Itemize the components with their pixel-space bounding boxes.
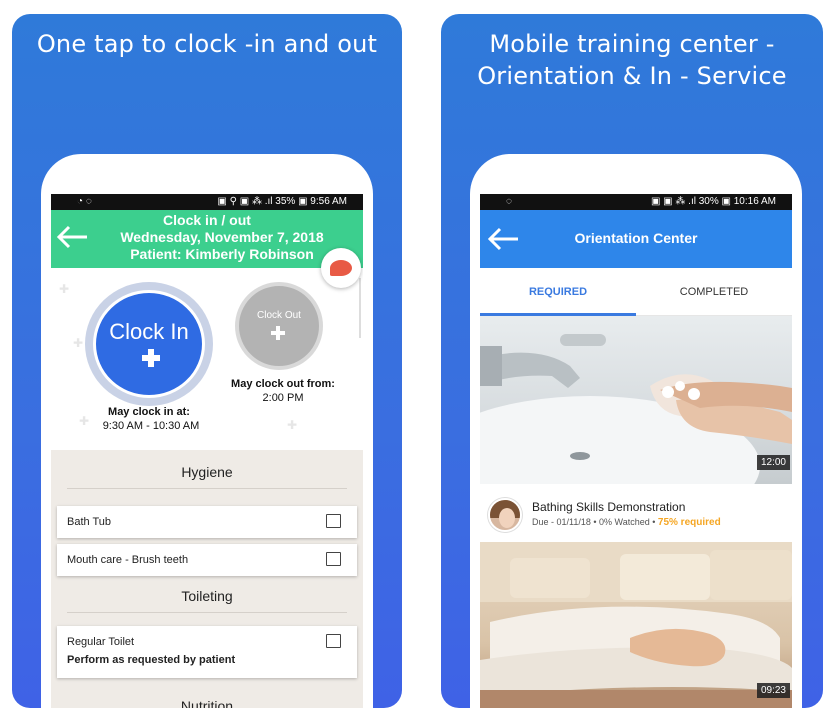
task-label: Mouth care - Brush teeth: [67, 554, 189, 566]
video-thumbnail-handwashing[interactable]: 12:00: [480, 316, 792, 484]
scrollbar[interactable]: [359, 278, 361, 338]
orientation-screen: ◌ ▣ ▣ ⁂ .ıl 30% ▣ 10:16 AM Orientation C…: [480, 194, 792, 708]
plus-decor-icon: ✚: [79, 414, 90, 428]
clock-in-label: Clock In: [109, 319, 189, 344]
clock-area: ✚ ✚ ✚ ✚ Clock In May clock in at: 9:30 A…: [51, 268, 363, 450]
promo-panel-clock: One tap to clock -in and out ◔ ◌ ▣ ⚲ ▣ ⁂…: [12, 14, 402, 708]
video-duration: 09:23: [756, 683, 790, 698]
panel-title-clock: One tap to clock -in and out: [36, 30, 378, 58]
plus-decor-icon: ✚: [73, 336, 84, 350]
task-item[interactable]: Bath Tub: [57, 506, 357, 538]
clock-out-note-label: May clock out from:: [231, 378, 335, 390]
status-icons-left: ◔ ◌: [77, 196, 92, 207]
handwashing-illustration: [480, 334, 792, 484]
clock-in-ring: Clock In: [85, 282, 213, 406]
status-bar: ◔ ◌ ▣ ⚲ ▣ ⁂ .ıl 35% ▣ 9:56 AM: [51, 194, 363, 210]
plus-icon: [142, 349, 160, 367]
divider: [67, 612, 347, 613]
status-icons-right: ▣ ⚲ ▣ ⁂ .ıl 35% ▣ 9:56 AM: [217, 196, 347, 207]
plus-icon: [271, 326, 285, 340]
page-title: Orientation Center: [574, 230, 698, 246]
panel-title-line2: Orientation & In - Service: [477, 62, 787, 90]
video-thumbnail-towels[interactable]: 09:23: [480, 542, 792, 708]
plus-decor-icon: ✚: [287, 418, 298, 432]
panel-title-line1: Mobile training center -: [489, 30, 775, 58]
clock-out-button[interactable]: Clock Out: [235, 282, 323, 370]
clock-in-button[interactable]: Clock In: [93, 290, 205, 398]
tab-bar: REQUIRED COMPLETED: [480, 268, 792, 316]
section-title-nutrition: Nutrition: [180, 698, 234, 708]
avatar: [488, 498, 522, 532]
status-icons-right: ▣ ▣ ⁂ .ıl 30% ▣ 10:16 AM: [650, 196, 776, 207]
section-title-toileting: Toileting: [181, 588, 233, 604]
task-label: Bath Tub: [67, 516, 112, 528]
clock-out-label: Clock Out: [257, 310, 301, 321]
header-title: Clock in / out: [163, 212, 251, 228]
video-duration: 12:00: [756, 455, 790, 470]
orientation-header: Orientation Center: [480, 210, 792, 268]
clock-in-note-value: 9:30 AM - 10:30 AM: [102, 420, 200, 432]
task-list: Hygiene Bath Tub Mouth care - Brush teet…: [51, 450, 363, 708]
checkbox-icon[interactable]: [326, 514, 341, 528]
video-due-watched: Due - 01/11/18 • 0% Watched •: [532, 517, 656, 527]
towels-illustration: [480, 542, 792, 708]
promo-panel-training: Mobile training center - Orientation & I…: [441, 14, 823, 708]
clock-screen: ◔ ◌ ▣ ⚲ ▣ ⁂ .ıl 35% ▣ 9:56 AM Clock in /…: [51, 194, 363, 708]
clock-out-note-value: 2:00 PM: [262, 392, 304, 404]
chat-bubble-icon[interactable]: [321, 248, 361, 288]
task-sublabel: Perform as requested by patient: [67, 654, 236, 666]
tab-completed[interactable]: COMPLETED: [636, 286, 792, 298]
status-icons-left: ◌: [506, 196, 512, 207]
clock-header: Clock in / out Wednesday, November 7, 20…: [51, 210, 363, 268]
divider: [67, 488, 347, 489]
phone-mockup-clock: ◔ ◌ ▣ ⚲ ▣ ⁂ .ıl 35% ▣ 9:56 AM Clock in /…: [41, 154, 373, 708]
phone-mockup-training: ◌ ▣ ▣ ⁂ .ıl 30% ▣ 10:16 AM Orientation C…: [470, 154, 802, 708]
task-item[interactable]: Mouth care - Brush teeth: [57, 544, 357, 576]
plus-decor-icon: ✚: [59, 282, 70, 296]
app-store-screenshots: One tap to clock -in and out ◔ ◌ ▣ ⚲ ▣ ⁂…: [0, 0, 823, 708]
checkbox-icon[interactable]: [326, 552, 341, 566]
video-meta: Due - 01/11/18 • 0% Watched • 75% requir…: [532, 517, 721, 528]
panel-title-training: Mobile training center - Orientation & I…: [441, 28, 823, 92]
section-title-hygiene: Hygiene: [181, 464, 233, 480]
video-list-item[interactable]: Bathing Skills Demonstration Due - 01/11…: [480, 484, 792, 542]
header-date: Wednesday, November 7, 2018: [120, 229, 324, 245]
task-label: Regular Toilet: [67, 636, 135, 648]
checkbox-icon[interactable]: [326, 634, 341, 648]
tab-required[interactable]: REQUIRED: [480, 286, 636, 298]
clock-in-note-label: May clock in at:: [108, 406, 190, 418]
video-required: 75% required: [657, 517, 721, 528]
video-title: Bathing Skills Demonstration: [532, 500, 686, 514]
header-patient: Patient: Kimberly Robinson: [130, 246, 314, 262]
task-item[interactable]: Regular Toilet Perform as requested by p…: [57, 626, 357, 678]
status-bar: ◌ ▣ ▣ ⁂ .ıl 30% ▣ 10:16 AM: [480, 194, 792, 210]
